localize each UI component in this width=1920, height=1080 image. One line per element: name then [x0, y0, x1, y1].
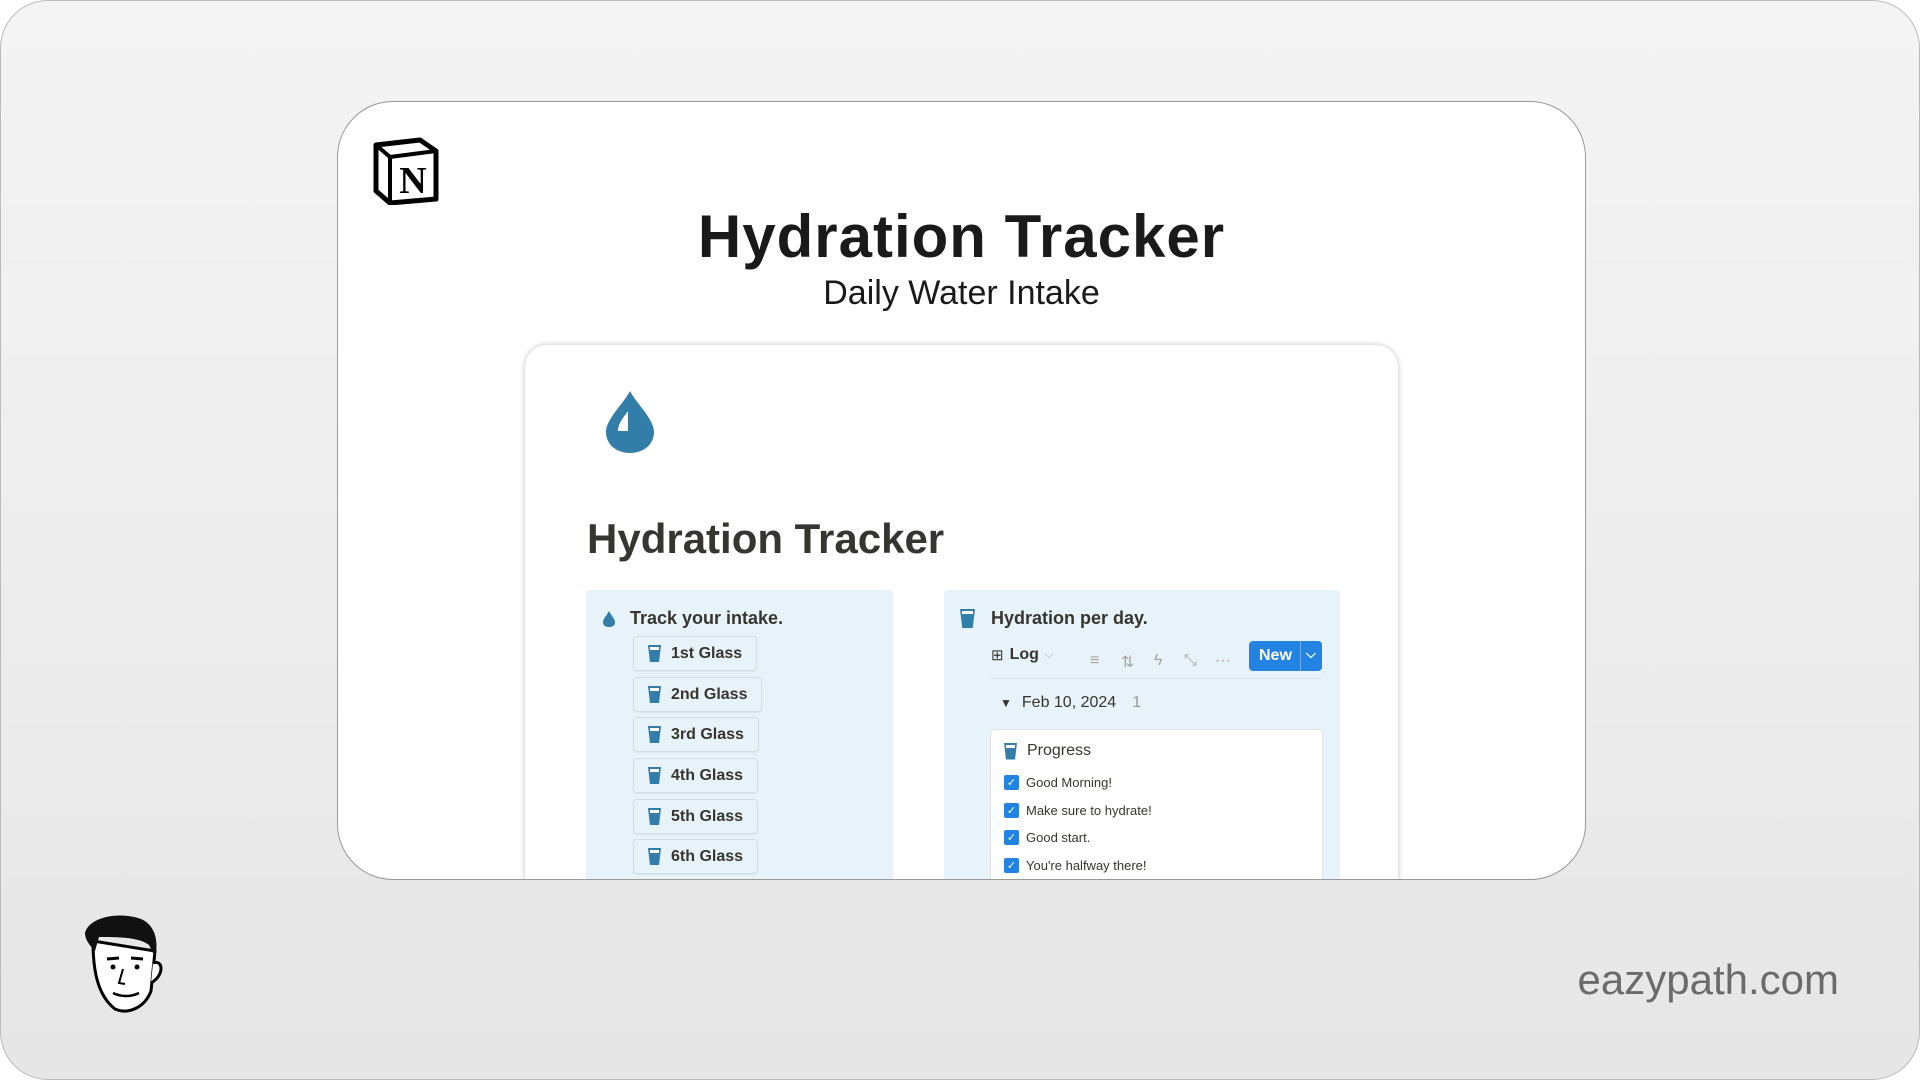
- glass-icon: [648, 645, 661, 662]
- chevron-down-icon: ⌵: [1044, 648, 1054, 661]
- glass-button-2[interactable]: 2nd Glass: [633, 677, 763, 712]
- glass-button-5[interactable]: 5th Glass: [633, 799, 759, 834]
- website-label: eazypath.com: [1577, 956, 1839, 1003]
- checklist-item[interactable]: ✓ Good Morning!: [1004, 775, 1112, 790]
- view-selector[interactable]: ⊞ Log ⌵: [991, 646, 1053, 664]
- glass-button-1[interactable]: 1st Glass: [633, 636, 758, 671]
- expand-icon[interactable]: ⤡: [1184, 652, 1197, 670]
- notion-logo-icon: N: [373, 137, 439, 205]
- glass-icon: [1004, 742, 1017, 760]
- glass-button-4[interactable]: 4th Glass: [633, 758, 759, 793]
- progress-card[interactable]: Progress ✓ Good Morning! ✓ Make sure to hy…: [990, 729, 1323, 879]
- gallery-icon: ⊞: [991, 647, 1004, 664]
- button-label: 3rd Glass: [671, 725, 744, 743]
- glass-button-6[interactable]: 6th Glass: [633, 839, 759, 874]
- checklist-item[interactable]: ✓ Make sure to hydrate!: [1004, 803, 1152, 818]
- glass-icon: [648, 767, 661, 784]
- group-date: Feb 10, 2024: [1021, 694, 1117, 711]
- hydration-per-day-callout: Hydration per day. ⊞ Log ⌵ ≡ ⇅ ϟ ⤡ ··· N…: [944, 590, 1340, 879]
- button-label: 5th Glass: [671, 807, 744, 825]
- water-drop-icon: [603, 610, 615, 627]
- callout-heading: Hydration per day.: [960, 608, 1148, 629]
- checkbox-checked-icon[interactable]: ✓: [1004, 830, 1019, 845]
- callout-heading: Track your intake.: [602, 608, 783, 629]
- new-button-label: New: [1259, 647, 1292, 664]
- checklist-label: Good start.: [1026, 830, 1091, 845]
- more-options-icon[interactable]: ···: [1215, 652, 1231, 670]
- group-count: 1: [1132, 694, 1142, 711]
- callout-heading-text: Hydration per day.: [991, 608, 1148, 628]
- progress-title: Progress: [1004, 742, 1091, 760]
- filter-icon[interactable]: ≡: [1090, 652, 1099, 670]
- checklist-label: Make sure to hydrate!: [1026, 803, 1152, 818]
- promo-card: N Hydration Tracker Daily Water Intake H…: [337, 101, 1586, 880]
- button-label: 2nd Glass: [671, 685, 748, 703]
- date-group-header[interactable]: ▼ Feb 10, 2024 1: [1000, 694, 1141, 712]
- glass-icon: [648, 686, 661, 703]
- track-intake-callout: Track your intake. 1st Glass 2nd Glass 3…: [586, 590, 893, 879]
- card-title: Hydration Tracker: [697, 203, 1226, 270]
- automation-bolt-icon[interactable]: ϟ: [1154, 652, 1162, 670]
- notion-page-preview: Hydration Tracker Track your intake. 1st…: [525, 345, 1398, 879]
- button-label: 6th Glass: [671, 847, 744, 865]
- sort-icon[interactable]: ⇅: [1121, 652, 1134, 672]
- button-label: 4th Glass: [671, 766, 744, 784]
- collapse-triangle-icon[interactable]: ▼: [1000, 696, 1012, 710]
- glass-icon: [648, 848, 661, 865]
- checklist-item[interactable]: ✓ You're halfway there!: [1004, 858, 1147, 873]
- callout-heading-text: Track your intake.: [630, 608, 784, 628]
- background-frame: N Hydration Tracker Daily Water Intake H…: [0, 0, 1920, 1080]
- checklist-label: You're halfway there!: [1026, 858, 1147, 873]
- glass-icon: [648, 726, 661, 743]
- water-drop-icon: [606, 391, 654, 453]
- divider: [991, 678, 1322, 679]
- checklist-item[interactable]: ✓ Good start.: [1004, 830, 1090, 845]
- progress-title-text: Progress: [1027, 742, 1092, 759]
- checkbox-checked-icon[interactable]: ✓: [1004, 775, 1019, 790]
- glass-button-3[interactable]: 3rd Glass: [633, 717, 759, 752]
- glass-icon: [960, 609, 975, 628]
- checkbox-checked-icon[interactable]: ✓: [1004, 803, 1019, 818]
- card-subtitle: Daily Water Intake: [823, 274, 1100, 312]
- glass-icon: [648, 808, 661, 825]
- chevron-down-icon[interactable]: ⌵: [1306, 646, 1316, 662]
- view-label: Log: [1009, 646, 1039, 663]
- checkbox-checked-icon[interactable]: ✓: [1004, 858, 1019, 873]
- new-button[interactable]: New ⌵: [1249, 641, 1322, 671]
- button-label: 1st Glass: [671, 644, 743, 662]
- checklist-label: Good Morning!: [1026, 775, 1112, 790]
- page-title: Hydration Tracker: [587, 515, 945, 562]
- svg-text:N: N: [399, 160, 426, 202]
- avatar: [85, 915, 163, 1013]
